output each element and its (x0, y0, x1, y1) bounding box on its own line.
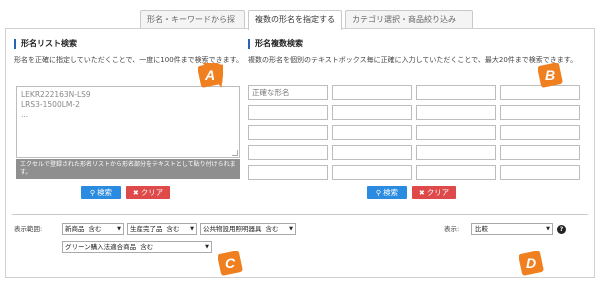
filter-value: 含む (140, 243, 154, 251)
search-label: 検索 (383, 188, 399, 197)
marker-d-icon: D (519, 251, 544, 276)
display-value: 比較 (475, 225, 488, 233)
marker-b-icon: B (538, 63, 563, 88)
clear-label: クリア (426, 188, 450, 197)
svg-text:D: D (526, 255, 536, 271)
filter-value: 含む (265, 225, 279, 233)
model-input-field[interactable] (416, 125, 496, 140)
filter-public-lighting[interactable]: 公共物設用照明器具 含む ▼ (200, 223, 296, 235)
chevron-down-icon: ▼ (546, 226, 550, 232)
model-input-field[interactable] (416, 105, 496, 120)
display-range-label: 表示範囲: (14, 225, 43, 233)
list-clear-button[interactable]: ✖ クリア (126, 186, 170, 199)
list-search-title: 形名リスト検索 (14, 39, 77, 49)
clear-label: クリア (140, 188, 164, 197)
filter-name: 新商品 (65, 225, 85, 233)
model-input-field[interactable] (416, 165, 496, 180)
marker-a-icon: A (198, 63, 223, 88)
chevron-down-icon: ▼ (190, 226, 194, 232)
model-input-field[interactable] (332, 85, 412, 100)
svg-text:B: B (545, 67, 555, 83)
chevron-down-icon: ▼ (289, 226, 293, 232)
multi-search-title: 形名複数検索 (248, 39, 303, 49)
model-input-field[interactable] (248, 145, 328, 160)
search-icon: ⚲ (89, 189, 96, 197)
multi-clear-button[interactable]: ✖ クリア (412, 186, 456, 199)
filter-discontinued[interactable]: 生産完了品 含む ▼ (127, 223, 197, 235)
tab-bar: 形名・キーワードから探す 複数の形名を指定する カテゴリ選択・商品絞り込み (140, 10, 473, 41)
filter-green-purchase[interactable]: グリーン購入法適合商品 含む ▼ (62, 241, 212, 253)
model-input-field[interactable]: 正確な形名 (248, 85, 328, 100)
model-input-field[interactable] (332, 105, 412, 120)
tab-category-select[interactable]: カテゴリ選択・商品絞り込み (345, 10, 473, 29)
model-list-textarea[interactable]: LEKR222163N-LS9 LRS3-1500LM-2 ... (16, 86, 240, 158)
svg-text:A: A (204, 67, 215, 83)
model-input-field[interactable] (248, 165, 328, 180)
model-input-field[interactable] (416, 145, 496, 160)
search-icon: ⚲ (375, 189, 382, 197)
model-input-field[interactable] (500, 105, 580, 120)
filter-value: 含む (166, 225, 180, 233)
model-input-field[interactable] (248, 105, 328, 120)
filter-name: グリーン購入法適合商品 (65, 243, 137, 251)
tab-keyword-search[interactable]: 形名・キーワードから探す (140, 10, 245, 41)
marker-c-icon: C (218, 251, 243, 276)
section-divider (12, 214, 588, 215)
display-label: 表示: (444, 225, 460, 233)
close-icon: ✖ (132, 189, 139, 197)
search-label: 検索 (97, 188, 113, 197)
filter-value: 含む (88, 225, 102, 233)
model-input-field[interactable] (248, 125, 328, 140)
model-input-field[interactable] (332, 165, 412, 180)
list-line: LRS3-1500LM-2 (21, 100, 80, 109)
list-search-button[interactable]: ⚲ 検索 (81, 186, 121, 199)
close-icon: ✖ (418, 189, 425, 197)
model-input-field[interactable] (416, 85, 496, 100)
multi-search-description: 複数の形名を個別のテキストボックス毎に正確に入力していただくことで、最大20件ま… (248, 56, 578, 64)
model-input-field[interactable] (332, 125, 412, 140)
search-panel: 形名リスト検索 形名を正確に指定していただくことで、一度に100件まで検索できま… (5, 28, 595, 278)
resize-handle[interactable] (232, 150, 238, 156)
list-line: ... (21, 110, 29, 119)
tab-multiple-models[interactable]: 複数の形名を指定する (248, 10, 342, 30)
model-input-field[interactable] (500, 165, 580, 180)
model-input-field[interactable] (500, 145, 580, 160)
chevron-down-icon: ▼ (205, 244, 209, 250)
chevron-down-icon: ▼ (117, 226, 121, 232)
model-input-field[interactable] (500, 125, 580, 140)
svg-text:C: C (225, 255, 236, 271)
filter-name: 公共物設用照明器具 (203, 225, 262, 233)
paste-note: エクセルで登録された形名リストから形名部分をテキストとして貼り付けられます。 (16, 159, 240, 179)
filter-new-products[interactable]: 新商品 含む ▼ (62, 223, 124, 235)
filter-name: 生産完了品 (130, 225, 163, 233)
multi-search-button[interactable]: ⚲ 検索 (367, 186, 407, 199)
display-select[interactable]: 比較 ▼ (471, 223, 553, 235)
help-icon[interactable]: ? (557, 225, 566, 234)
list-line: LEKR222163N-LS9 (21, 90, 91, 99)
model-input-field[interactable] (332, 145, 412, 160)
